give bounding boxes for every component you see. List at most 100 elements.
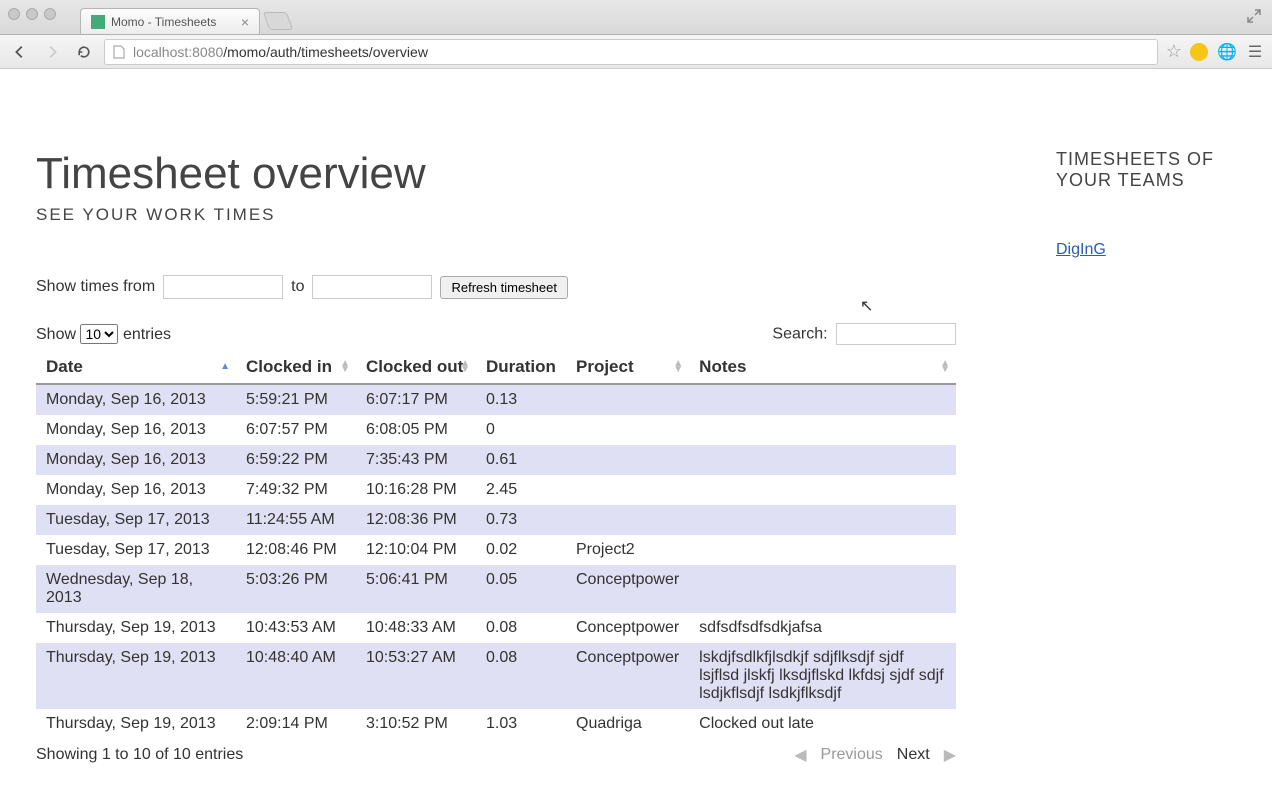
col-project[interactable]: Project▲▼ [566,351,689,384]
cell-in: 5:03:26 PM [236,565,356,613]
cell-date: Monday, Sep 16, 2013 [36,415,236,445]
address-bar: localhost:8080/momo/auth/timesheets/over… [0,35,1272,69]
table-row[interactable]: Monday, Sep 16, 20136:07:57 PM6:08:05 PM… [36,415,956,445]
cell-date: Tuesday, Sep 17, 2013 [36,505,236,535]
back-button[interactable] [8,40,32,64]
cell-dur: 0.05 [476,565,566,613]
cell-proj: Project2 [566,535,689,565]
window-controls [8,8,56,20]
length-entries-label: entries [123,326,171,343]
page-subtitle: SEE YOUR WORK TIMES [36,205,996,225]
cell-in: 10:48:40 AM [236,643,356,709]
table-row[interactable]: Monday, Sep 16, 20137:49:32 PM10:16:28 P… [36,475,956,505]
prev-arrow-icon[interactable]: ◀ [794,745,806,765]
to-date-input[interactable] [312,275,432,299]
refresh-button[interactable]: Refresh timesheet [440,276,568,299]
cell-dur: 1.03 [476,709,566,739]
search-container: Search: [772,323,956,345]
cell-out: 3:10:52 PM [356,709,476,739]
maximize-window-button[interactable] [44,8,56,20]
cell-date: Monday, Sep 16, 2013 [36,445,236,475]
cell-out: 10:53:27 AM [356,643,476,709]
cell-out: 5:06:41 PM [356,565,476,613]
cell-date: Wednesday, Sep 18, 2013 [36,565,236,613]
cell-dur: 0.73 [476,505,566,535]
cell-in: 5:59:21 PM [236,384,356,415]
cell-date: Tuesday, Sep 17, 2013 [36,535,236,565]
cell-dur: 2.45 [476,475,566,505]
extension-icon[interactable] [1190,43,1208,61]
cell-notes [689,384,956,415]
col-notes[interactable]: Notes▲▼ [689,351,956,384]
cell-dur: 0.08 [476,643,566,709]
cell-date: Thursday, Sep 19, 2013 [36,613,236,643]
cell-in: 11:24:55 AM [236,505,356,535]
globe-icon[interactable]: 🌐 [1218,43,1236,61]
cell-proj: Conceptpower [566,643,689,709]
table-row[interactable]: Tuesday, Sep 17, 201312:08:46 PM12:10:04… [36,535,956,565]
length-menu: Show 10 entries [36,324,171,344]
url-input[interactable]: localhost:8080/momo/auth/timesheets/over… [104,39,1158,65]
cell-proj [566,475,689,505]
table-row[interactable]: Thursday, Sep 19, 201310:43:53 AM10:48:3… [36,613,956,643]
expand-icon[interactable] [1246,8,1264,26]
cell-proj: Quadriga [566,709,689,739]
next-arrow-icon[interactable]: ▶ [944,745,956,765]
col-duration[interactable]: Duration [476,351,566,384]
cell-date: Monday, Sep 16, 2013 [36,384,236,415]
cell-proj [566,505,689,535]
cell-notes [689,535,956,565]
search-input[interactable] [836,323,956,345]
search-label: Search: [772,326,827,343]
cell-out: 6:08:05 PM [356,415,476,445]
bookmark-star-icon[interactable]: ☆ [1166,41,1182,62]
next-button[interactable]: Next [897,746,930,764]
table-row[interactable]: Thursday, Sep 19, 201310:48:40 AM10:53:2… [36,643,956,709]
table-row[interactable]: Monday, Sep 16, 20135:59:21 PM6:07:17 PM… [36,384,956,415]
cell-in: 6:07:57 PM [236,415,356,445]
reload-button[interactable] [72,40,96,64]
cell-dur: 0.08 [476,613,566,643]
cell-dur: 0 [476,415,566,445]
forward-button[interactable] [40,40,64,64]
length-show-label: Show [36,326,76,343]
close-window-button[interactable] [8,8,20,20]
table-row[interactable]: Tuesday, Sep 17, 201311:24:55 AM12:08:36… [36,505,956,535]
cell-date: Monday, Sep 16, 2013 [36,475,236,505]
page-icon [113,45,127,59]
cell-proj [566,415,689,445]
cell-in: 10:43:53 AM [236,613,356,643]
browser-tab[interactable]: Momo - Timesheets × [80,8,260,34]
length-select[interactable]: 10 [80,324,118,344]
cell-out: 10:16:28 PM [356,475,476,505]
cell-notes: sdfsdfsdfsdkjafsa [689,613,956,643]
new-tab-button[interactable] [263,12,294,30]
page-title: Timesheet overview [36,149,996,199]
date-filter-row: Show times from to Refresh timesheet [36,275,996,299]
cell-notes: Clocked out late [689,709,956,739]
col-date[interactable]: Date▲ [36,351,236,384]
tab-close-icon[interactable]: × [241,14,249,30]
minimize-window-button[interactable] [26,8,38,20]
tab-title: Momo - Timesheets [111,15,216,29]
url-host: localhost:8080 [133,44,223,60]
from-date-input[interactable] [163,275,283,299]
table-row[interactable]: Wednesday, Sep 18, 20135:03:26 PM5:06:41… [36,565,956,613]
table-row[interactable]: Thursday, Sep 19, 20132:09:14 PM3:10:52 … [36,709,956,739]
col-out[interactable]: Clocked out▲▼ [356,351,476,384]
col-in[interactable]: Clocked in▲▼ [236,351,356,384]
cell-dur: 0.61 [476,445,566,475]
table-info: Showing 1 to 10 of 10 entries [36,746,243,764]
menu-icon[interactable]: ☰ [1246,43,1264,61]
cell-proj [566,445,689,475]
cell-proj: Conceptpower [566,613,689,643]
team-link[interactable]: DigInG [1056,241,1106,259]
cell-date: Thursday, Sep 19, 2013 [36,709,236,739]
to-label: to [291,278,304,296]
cell-notes [689,505,956,535]
cell-notes [689,565,956,613]
cell-out: 10:48:33 AM [356,613,476,643]
prev-button[interactable]: Previous [821,746,883,764]
table-row[interactable]: Monday, Sep 16, 20136:59:22 PM7:35:43 PM… [36,445,956,475]
cell-proj [566,384,689,415]
